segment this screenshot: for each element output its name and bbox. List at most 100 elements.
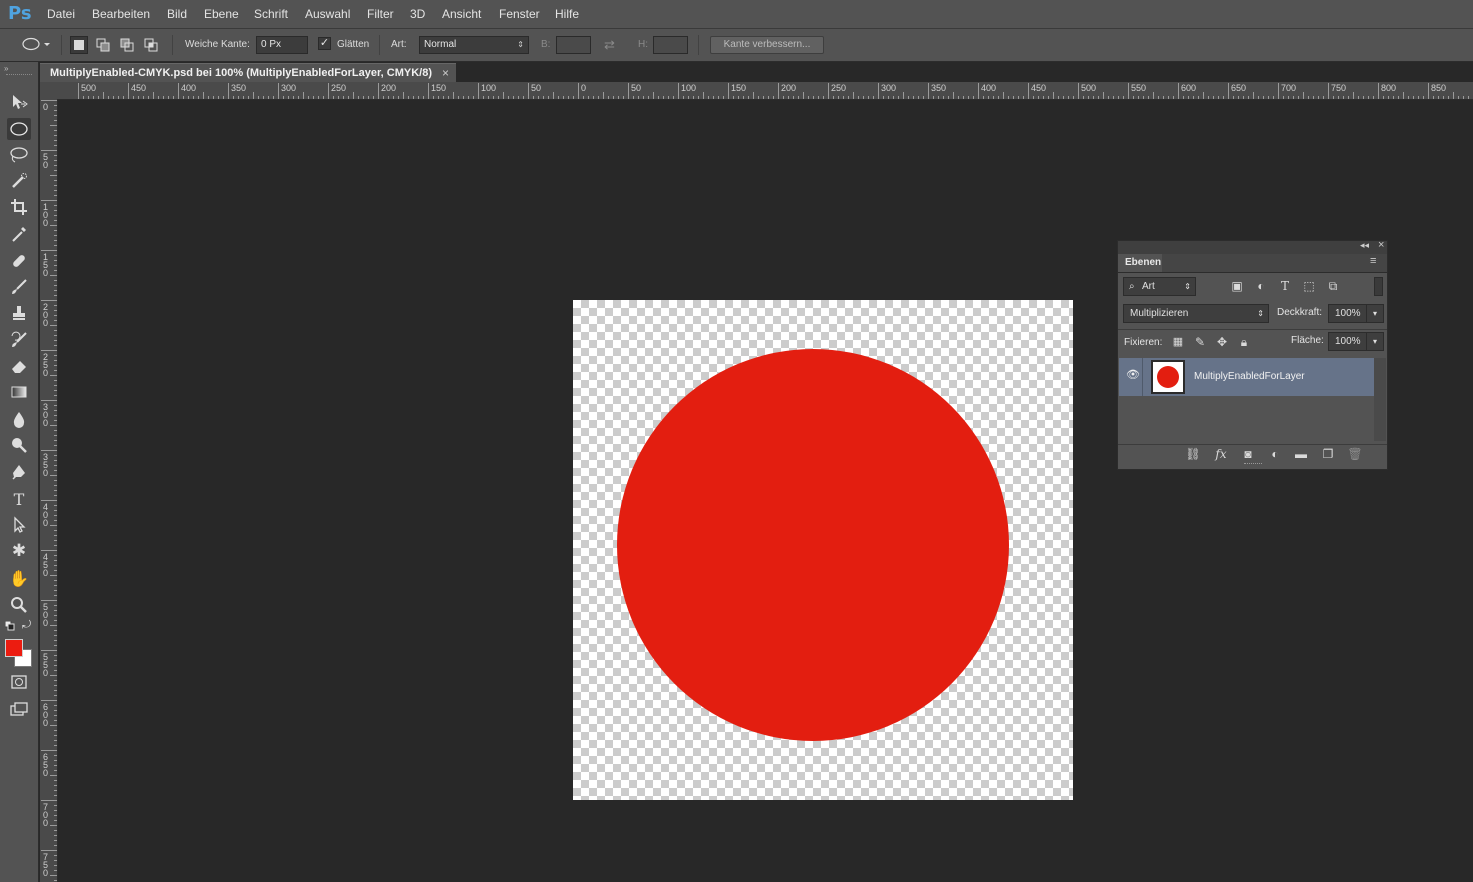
menu-3d[interactable]: 3D (410, 7, 425, 21)
menu-ansicht[interactable]: Ansicht (442, 7, 481, 21)
delete-layer-icon[interactable]: 🗑︎ (1347, 447, 1363, 461)
elliptical-marquee-tool-icon[interactable] (7, 118, 31, 140)
clone-stamp-tool-icon[interactable] (7, 302, 31, 324)
ruler-minor-tick (54, 315, 57, 316)
history-brush-tool-icon[interactable] (7, 329, 31, 351)
crop-tool-icon[interactable] (7, 196, 31, 218)
shape-filter-icon[interactable]: ⬚ (1301, 279, 1317, 293)
path-selection-tool-icon[interactable] (7, 514, 31, 536)
gradient-tool-icon[interactable] (7, 381, 31, 403)
antialias-checkbox[interactable]: ✓ (318, 37, 331, 50)
quick-mask-icon[interactable] (7, 671, 31, 693)
new-layer-icon[interactable]: ❐ (1320, 447, 1336, 461)
ruler-minor-tick (54, 785, 57, 786)
subtract-selection-button[interactable] (120, 38, 136, 52)
menu-fenster[interactable]: Fenster (499, 7, 540, 21)
zoom-tool-icon[interactable] (7, 594, 31, 616)
fill-input[interactable]: 100% ▾ (1328, 332, 1384, 351)
layers-scrollbar[interactable] (1374, 358, 1386, 441)
healing-brush-tool-icon[interactable] (7, 250, 31, 272)
eyedropper-tool-icon[interactable] (7, 223, 31, 245)
ruler-minor-tick (1113, 96, 1114, 99)
chevron-down-icon[interactable]: ▾ (1366, 305, 1383, 322)
layer-row[interactable]: 👁︎ MultiplyEnabledForLayer (1119, 358, 1374, 396)
fx-icon[interactable]: fx (1213, 447, 1229, 461)
opacity-input[interactable]: 100% ▾ (1328, 304, 1384, 323)
ruler-origin-corner[interactable] (40, 82, 57, 99)
ruler-minor-tick (54, 795, 57, 796)
type-filter-icon[interactable]: T (1277, 279, 1293, 293)
panel-menu-icon[interactable]: ≡ (1370, 255, 1376, 267)
eraser-tool-icon[interactable] (7, 355, 31, 377)
blur-tool-icon[interactable] (7, 408, 31, 430)
type-tool-icon[interactable]: T (7, 488, 31, 510)
layer-name[interactable]: MultiplyEnabledForLayer (1194, 371, 1305, 382)
add-to-selection-button[interactable] (96, 38, 112, 52)
width-input[interactable] (556, 36, 591, 54)
pen-tool-icon[interactable] (7, 461, 31, 483)
filter-toggle[interactable] (1374, 277, 1383, 296)
ruler-minor-tick (54, 665, 57, 666)
add-mask-icon[interactable]: ◙ (1240, 447, 1256, 461)
menu-hilfe[interactable]: Hilfe (555, 7, 579, 21)
menu-bearbeiten[interactable]: Bearbeiten (92, 7, 150, 21)
lock-position-icon[interactable]: ✥ (1214, 335, 1230, 349)
lock-all-icon[interactable]: 🔒︎ (1236, 335, 1252, 349)
intersect-selection-button[interactable] (144, 38, 160, 52)
refine-edge-button[interactable]: Kante verbessern... (710, 36, 824, 54)
move-tool-icon[interactable] (7, 91, 31, 113)
tab-layers[interactable]: Ebenen (1118, 254, 1162, 272)
ruler-minor-tick (603, 92, 604, 99)
collapse-panel-icon[interactable]: ◂◂ (1360, 240, 1369, 251)
default-colors-icon[interactable] (4, 620, 15, 631)
lock-transparent-pixels-icon[interactable]: ▦ (1170, 335, 1186, 349)
vertical-ruler[interactable]: 0 50 100 150 200 250 300 350 400 450 500 550 600 650 7… (40, 99, 58, 882)
ruler-minor-tick (668, 96, 669, 99)
new-selection-button[interactable] (70, 36, 88, 54)
collapse-toolbar-icon[interactable]: » (4, 64, 8, 73)
dodge-tool-icon[interactable] (7, 434, 31, 456)
height-input[interactable] (653, 36, 688, 54)
ruler-minor-tick (54, 385, 57, 386)
document-tab[interactable]: MultiplyEnabled-CMYK.psd bei 100% (Multi… (40, 63, 456, 83)
ruler-minor-tick (283, 96, 284, 99)
chevron-down-icon[interactable]: ▾ (1366, 333, 1383, 350)
close-panel-icon[interactable]: × (1378, 239, 1384, 251)
layer-filter-select[interactable]: ⌕ Art ⇕ (1123, 277, 1196, 296)
tool-preset-picker[interactable] (22, 37, 50, 51)
layers-list-empty-area[interactable] (1119, 396, 1374, 441)
lasso-tool-icon[interactable] (7, 144, 31, 166)
new-group-icon[interactable]: ▬ (1293, 447, 1309, 461)
screen-mode-icon[interactable] (7, 698, 31, 720)
visibility-eye-icon[interactable]: 👁︎ (1126, 368, 1140, 381)
swap-width-height-icon[interactable]: ⇄ (604, 37, 622, 53)
blend-mode-select[interactable]: Multiplizieren ⇕ (1123, 304, 1269, 323)
menu-datei[interactable]: Datei (47, 7, 75, 21)
menu-bild[interactable]: Bild (167, 7, 187, 21)
close-icon[interactable]: × (442, 66, 449, 80)
custom-shape-tool-icon[interactable]: ✱ (7, 540, 31, 562)
new-adjustment-layer-icon[interactable]: ◐ (1267, 447, 1283, 461)
panel-resize-grip[interactable] (1244, 463, 1262, 467)
menu-auswahl[interactable]: Auswahl (305, 7, 350, 21)
brush-tool-icon[interactable] (7, 276, 31, 298)
menu-schrift[interactable]: Schrift (254, 7, 288, 21)
menu-filter[interactable]: Filter (367, 7, 394, 21)
horizontal-ruler[interactable]: 500 450 400 350 300 250 200 150 100 50 0 50 100 150 20… (40, 82, 1473, 100)
menu-ebene[interactable]: Ebene (204, 7, 239, 21)
adjustment-filter-icon[interactable]: ◐ (1253, 279, 1269, 293)
image-filter-icon[interactable]: ▣ (1229, 279, 1245, 293)
foreground-color-swatch[interactable] (5, 639, 23, 657)
ruler-minor-tick (293, 96, 294, 99)
toolbar-grip[interactable] (6, 74, 32, 77)
lock-image-pixels-icon[interactable]: ✎ (1192, 335, 1208, 349)
hand-tool-icon[interactable]: ✋ (7, 568, 31, 590)
quick-selection-tool-icon[interactable] (7, 170, 31, 192)
document-canvas[interactable] (573, 300, 1073, 800)
link-layers-icon[interactable]: ⛓ (1185, 447, 1201, 461)
panel-title-bar[interactable]: ◂◂ × (1118, 239, 1387, 254)
smartobject-filter-icon[interactable]: ⧉ (1325, 279, 1341, 293)
style-select[interactable]: Normal ⇕ (419, 36, 529, 54)
feather-input[interactable]: 0 Px (256, 36, 308, 54)
swap-colors-icon[interactable]: ⤾ (22, 619, 31, 632)
